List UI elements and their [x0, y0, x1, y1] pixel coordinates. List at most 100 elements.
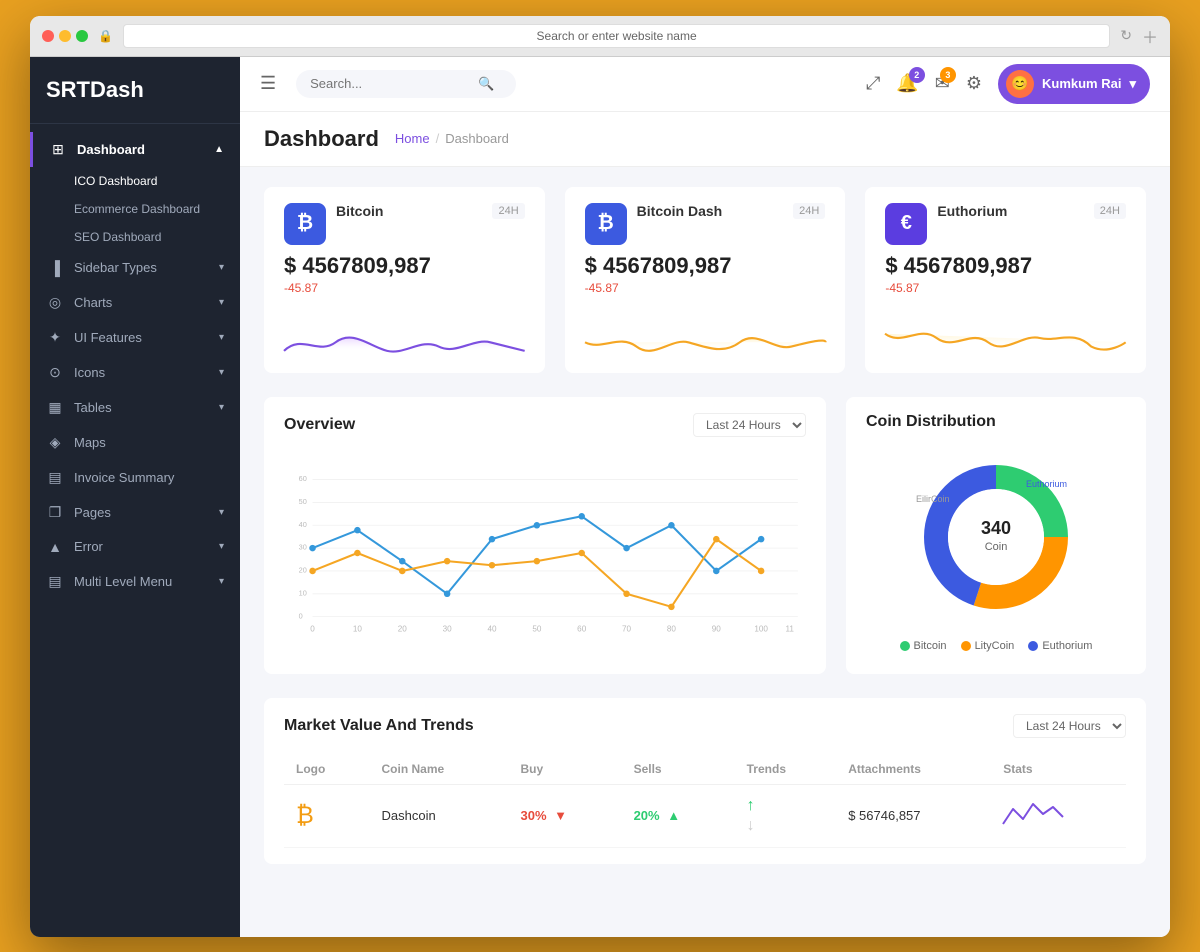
chevron-down-icon: ▾ [219, 332, 224, 343]
browser-dots [42, 30, 88, 42]
sidebar-item-pages[interactable]: ❐ Pages ▾ [30, 495, 240, 530]
bitcoin-chart [284, 303, 525, 373]
svg-text:340: 340 [981, 518, 1011, 538]
chevron-down-icon: ▾ [219, 576, 224, 587]
close-dot[interactable] [42, 30, 54, 42]
sidebar-item-invoice-summary[interactable]: ▤ Invoice Summary [30, 460, 240, 495]
user-chevron-icon: ▾ [1129, 76, 1136, 92]
page-title: Dashboard [264, 126, 379, 152]
litycoin-legend-label: LityCoin [975, 640, 1015, 652]
legend-litycoin: LityCoin [961, 640, 1015, 652]
search-input[interactable] [310, 76, 470, 91]
col-coin-name: Coin Name [370, 754, 509, 785]
svg-text:10: 10 [299, 588, 307, 597]
svg-text:80: 80 [667, 624, 677, 633]
sidebar-item-ico-dashboard[interactable]: ICO Dashboard [30, 167, 240, 195]
row-stats [991, 784, 1126, 847]
svg-text:Euthorium: Euthorium [1026, 479, 1067, 489]
chevron-down-icon: ▾ [219, 262, 224, 273]
sidebar-item-label: Multi Level Menu [74, 574, 172, 589]
row-trends: ↑ ↓ [735, 784, 837, 847]
mail-badge: 3 [940, 67, 956, 83]
bitcoin-dash-name: Bitcoin Dash [637, 203, 793, 219]
market-period-select[interactable]: Last 24 Hours [1013, 714, 1126, 738]
overview-card: Overview Last 24 Hours 60 50 40 [264, 397, 826, 674]
bitcoin-dash-change: -45.87 [585, 281, 826, 295]
sidebar-item-sidebar-types[interactable]: ▐ Sidebar Types ▾ [30, 251, 240, 285]
sidebar-item-label: Dashboard [77, 142, 145, 157]
bitcoin-period: 24H [492, 203, 524, 219]
buy-down-icon: ▼ [554, 808, 567, 823]
svg-text:0: 0 [310, 624, 315, 633]
col-stats: Stats [991, 754, 1126, 785]
minimize-dot[interactable] [59, 30, 71, 42]
main-content: ☰ 🔍 ⤢ 🔔 2 ✉ 3 ⚙ [240, 57, 1170, 937]
svg-text:10: 10 [353, 624, 363, 633]
sidebar-item-charts[interactable]: ◎ Charts ▾ [30, 285, 240, 320]
bitcoin-dash-period: 24H [793, 203, 825, 219]
mail-button[interactable]: ✉ 3 [935, 73, 950, 94]
svg-text:EilirCoin: EilirCoin [916, 494, 950, 504]
row-buy: 30% ▼ [508, 784, 621, 847]
chevron-down-icon: ▾ [219, 507, 224, 518]
chevron-down-icon: ▾ [219, 541, 224, 552]
euthorium-icon: € [885, 203, 927, 245]
hamburger-icon[interactable]: ☰ [260, 73, 276, 94]
sidebar-item-error[interactable]: ▲ Error ▾ [30, 530, 240, 564]
multi-level-icon: ▤ [46, 573, 64, 590]
euthorium-chart [885, 303, 1126, 373]
sidebar-item-label: Icons [74, 365, 105, 380]
ui-features-icon: ✦ [46, 329, 64, 346]
sidebar-item-dashboard[interactable]: ⊞ Dashboard ▲ [30, 132, 240, 167]
sidebar-item-multi-level-menu[interactable]: ▤ Multi Level Menu ▾ [30, 564, 240, 599]
settings-button[interactable]: ⚙ [966, 73, 982, 94]
sell-pct: 20% [634, 808, 660, 823]
svg-text:Coin: Coin [985, 541, 1008, 553]
overview-header: Overview Last 24 Hours [284, 413, 806, 437]
sidebar-item-label: Sidebar Types [74, 260, 157, 275]
dashcoin-logo-icon: ₿ [296, 802, 314, 829]
sidebar: SRTDash ⊞ Dashboard ▲ ICO Dashboard Ecom… [30, 57, 240, 937]
bitcoin-dash-icon: ₿ [585, 203, 627, 245]
bitcoin-dash-card-header: ₿ Bitcoin Dash 24H [585, 203, 826, 245]
market-table-body: ₿ Dashcoin 30% ▼ 20% ▲ [284, 784, 1126, 847]
sidebar-item-seo-dashboard[interactable]: SEO Dashboard [30, 223, 240, 251]
breadcrumb-home[interactable]: Home [395, 131, 430, 146]
euthorium-legend-dot [1028, 641, 1038, 651]
sidebar-item-maps[interactable]: ◈ Maps [30, 425, 240, 460]
donut-legend: Bitcoin LityCoin Euthorium [900, 640, 1093, 652]
svg-text:20: 20 [299, 565, 307, 574]
tables-icon: ▦ [46, 399, 64, 416]
maximize-dot[interactable] [76, 30, 88, 42]
bitcoin-card-header: ₿ Bitcoin 24H [284, 203, 525, 245]
sidebar-item-label: Invoice Summary [74, 470, 174, 485]
sell-up-icon: ▲ [667, 808, 680, 823]
search-icon: 🔍 [478, 76, 494, 92]
row-coin-name: Dashcoin [370, 784, 509, 847]
sidebar-item-label: Charts [74, 295, 112, 310]
market-table: Logo Coin Name Buy Sells Trends Attachme… [284, 754, 1126, 848]
new-tab-icon[interactable]: ＋ [1142, 24, 1158, 48]
row-logo: ₿ [284, 784, 370, 847]
col-buy: Buy [508, 754, 621, 785]
refresh-icon[interactable]: ↻ [1120, 27, 1132, 44]
sidebar-item-label: UI Features [74, 330, 142, 345]
bell-button[interactable]: 🔔 2 [896, 73, 918, 94]
app-logo: SRTDash [30, 57, 240, 124]
expand-button[interactable]: ⤢ [866, 73, 880, 94]
chevron-down-icon: ▾ [219, 402, 224, 413]
user-menu-button[interactable]: 😊 Kumkum Rai ▾ [998, 64, 1150, 104]
svg-text:40: 40 [487, 624, 497, 633]
page-header-left: Dashboard Home / Dashboard [264, 126, 509, 152]
user-name: Kumkum Rai [1042, 76, 1121, 91]
sidebar-item-tables[interactable]: ▦ Tables ▾ [30, 390, 240, 425]
sidebar-item-ui-features[interactable]: ✦ UI Features ▾ [30, 320, 240, 355]
trend-up-icon: ↑ [747, 797, 825, 815]
url-bar[interactable]: Search or enter website name [123, 24, 1110, 48]
sidebar-item-icons[interactable]: ⊙ Icons ▾ [30, 355, 240, 390]
euthorium-change: -45.87 [885, 281, 1126, 295]
sidebar-item-ecommerce-dashboard[interactable]: Ecommerce Dashboard [30, 195, 240, 223]
overview-title: Overview [284, 416, 355, 434]
sidebar-item-label: Maps [74, 435, 106, 450]
overview-period-select[interactable]: Last 24 Hours [693, 413, 806, 437]
